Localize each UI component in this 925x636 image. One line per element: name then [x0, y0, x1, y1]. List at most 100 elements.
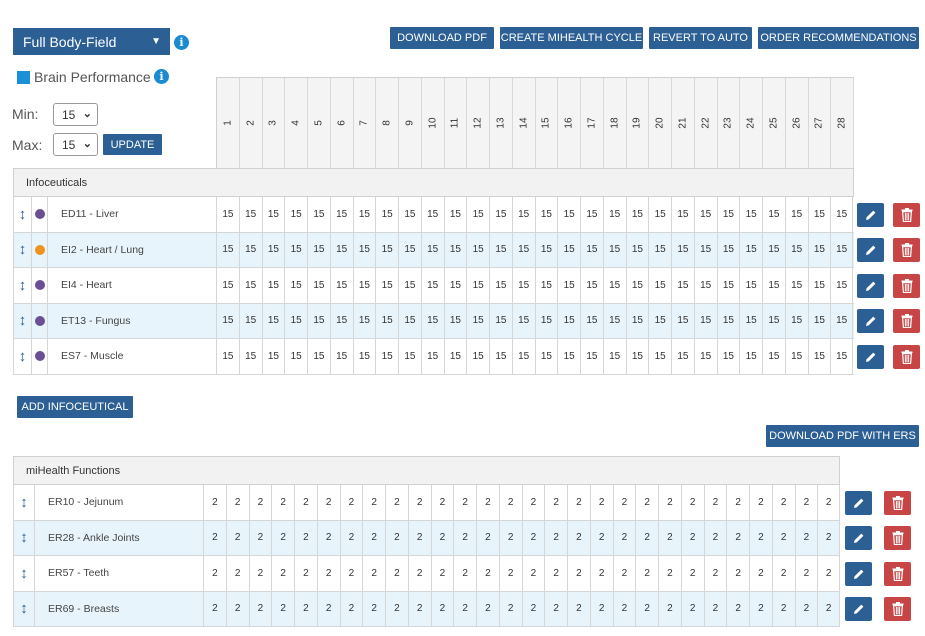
day-value-cell[interactable]: 2 [203, 556, 226, 591]
day-value-cell[interactable]: 15 [238, 268, 262, 303]
day-value-cell[interactable]: 15 [534, 303, 558, 338]
day-value-cell[interactable]: 15 [693, 197, 717, 232]
update-button[interactable]: UPDATE [103, 134, 162, 155]
day-value-cell[interactable]: 2 [225, 556, 249, 591]
day-value-cell[interactable]: 2 [749, 520, 772, 555]
day-value-cell[interactable]: 2 [521, 520, 545, 555]
drag-handle[interactable]: ↕ [13, 339, 31, 374]
edit-button[interactable] [857, 238, 884, 263]
day-value-cell[interactable]: 2 [567, 520, 590, 555]
day-value-cell[interactable]: 15 [284, 268, 307, 303]
day-value-cell[interactable]: 2 [658, 485, 681, 520]
day-value-cell[interactable]: 15 [398, 232, 421, 267]
day-value-cell[interactable]: 2 [726, 485, 749, 520]
revert-to-auto-button[interactable]: REVERT TO AUTO [649, 27, 752, 49]
day-value-cell[interactable]: 15 [625, 303, 649, 338]
day-value-cell[interactable]: 15 [466, 197, 489, 232]
day-value-cell[interactable]: 15 [534, 197, 558, 232]
day-value-cell[interactable]: 15 [557, 232, 580, 267]
day-value-cell[interactable]: 2 [453, 485, 476, 520]
day-value-cell[interactable]: 15 [489, 339, 512, 374]
day-value-cell[interactable]: 15 [602, 197, 626, 232]
day-value-cell[interactable]: 15 [420, 303, 444, 338]
day-value-cell[interactable]: 2 [271, 556, 294, 591]
day-value-cell[interactable]: 15 [784, 303, 808, 338]
day-value-cell[interactable]: 15 [238, 303, 262, 338]
day-value-cell[interactable]: 15 [784, 232, 808, 267]
day-value-cell[interactable]: 15 [580, 303, 603, 338]
delete-button[interactable] [893, 273, 920, 298]
day-value-cell[interactable]: 2 [407, 591, 431, 626]
day-value-cell[interactable]: 15 [307, 339, 330, 374]
day-value-cell[interactable]: 2 [567, 485, 590, 520]
edit-button[interactable] [845, 526, 872, 551]
day-value-cell[interactable]: 15 [307, 303, 330, 338]
day-value-cell[interactable]: 2 [271, 591, 294, 626]
day-value-cell[interactable]: 15 [671, 303, 694, 338]
day-value-cell[interactable]: 15 [284, 232, 307, 267]
day-value-cell[interactable]: 2 [294, 591, 317, 626]
day-value-cell[interactable]: 2 [385, 556, 408, 591]
day-value-cell[interactable]: 15 [807, 268, 831, 303]
download-pdf-button[interactable]: DOWNLOAD PDF [390, 27, 494, 49]
day-value-cell[interactable]: 15 [716, 339, 740, 374]
day-value-cell[interactable]: 2 [316, 485, 340, 520]
day-value-cell[interactable]: 15 [352, 303, 376, 338]
day-value-cell[interactable]: 15 [625, 268, 649, 303]
day-value-cell[interactable]: 15 [443, 197, 467, 232]
day-value-cell[interactable]: 15 [511, 232, 535, 267]
day-value-cell[interactable]: 15 [261, 232, 285, 267]
edit-button[interactable] [857, 273, 884, 298]
day-value-cell[interactable]: 15 [739, 339, 762, 374]
min-select[interactable]: 15 ⌄ [53, 103, 98, 126]
day-value-cell[interactable]: 2 [703, 485, 727, 520]
day-value-cell[interactable]: 2 [567, 556, 590, 591]
download-pdf-with-ers-button[interactable]: DOWNLOAD PDF WITH ERS [766, 425, 919, 447]
day-value-cell[interactable]: 15 [352, 339, 376, 374]
day-value-cell[interactable]: 2 [544, 556, 567, 591]
day-value-cell[interactable]: 2 [316, 556, 340, 591]
day-value-cell[interactable]: 15 [830, 339, 853, 374]
day-value-cell[interactable]: 2 [385, 520, 408, 555]
day-value-cell[interactable]: 2 [248, 556, 272, 591]
day-value-cell[interactable]: 2 [749, 556, 772, 591]
day-value-cell[interactable]: 2 [476, 485, 499, 520]
day-value-cell[interactable]: 15 [671, 232, 694, 267]
day-value-cell[interactable]: 2 [726, 520, 749, 555]
day-value-cell[interactable]: 15 [466, 268, 489, 303]
edit-button[interactable] [857, 344, 884, 369]
day-value-cell[interactable]: 15 [648, 339, 671, 374]
day-value-cell[interactable]: 15 [398, 197, 421, 232]
day-value-cell[interactable]: 15 [511, 197, 535, 232]
day-value-cell[interactable]: 15 [557, 197, 580, 232]
day-value-cell[interactable]: 15 [716, 268, 740, 303]
day-value-cell[interactable]: 15 [580, 339, 603, 374]
day-value-cell[interactable]: 2 [271, 520, 294, 555]
day-value-cell[interactable]: 2 [316, 520, 340, 555]
day-value-cell[interactable]: 15 [443, 268, 467, 303]
day-value-cell[interactable]: 15 [557, 303, 580, 338]
day-value-cell[interactable]: 2 [476, 520, 499, 555]
day-value-cell[interactable]: 15 [648, 232, 671, 267]
drag-handle[interactable]: ↕ [13, 268, 31, 303]
day-value-cell[interactable]: 2 [498, 485, 522, 520]
day-value-cell[interactable]: 15 [807, 232, 831, 267]
day-value-cell[interactable]: 15 [602, 232, 626, 267]
day-value-cell[interactable]: 15 [375, 197, 398, 232]
edit-button[interactable] [857, 309, 884, 334]
day-value-cell[interactable]: 2 [817, 485, 840, 520]
day-value-cell[interactable]: 2 [817, 556, 840, 591]
day-value-cell[interactable]: 15 [216, 339, 239, 374]
day-value-cell[interactable]: 15 [511, 303, 535, 338]
day-value-cell[interactable]: 2 [316, 591, 340, 626]
day-value-cell[interactable]: 2 [749, 591, 772, 626]
day-value-cell[interactable]: 2 [407, 520, 431, 555]
day-value-cell[interactable]: 2 [271, 485, 294, 520]
day-value-cell[interactable]: 15 [329, 232, 353, 267]
day-value-cell[interactable]: 2 [680, 556, 704, 591]
day-value-cell[interactable]: 15 [420, 197, 444, 232]
drag-handle[interactable]: ↕ [13, 591, 34, 626]
day-value-cell[interactable]: 2 [430, 591, 454, 626]
day-value-cell[interactable]: 2 [294, 520, 317, 555]
day-value-cell[interactable]: 2 [453, 556, 476, 591]
